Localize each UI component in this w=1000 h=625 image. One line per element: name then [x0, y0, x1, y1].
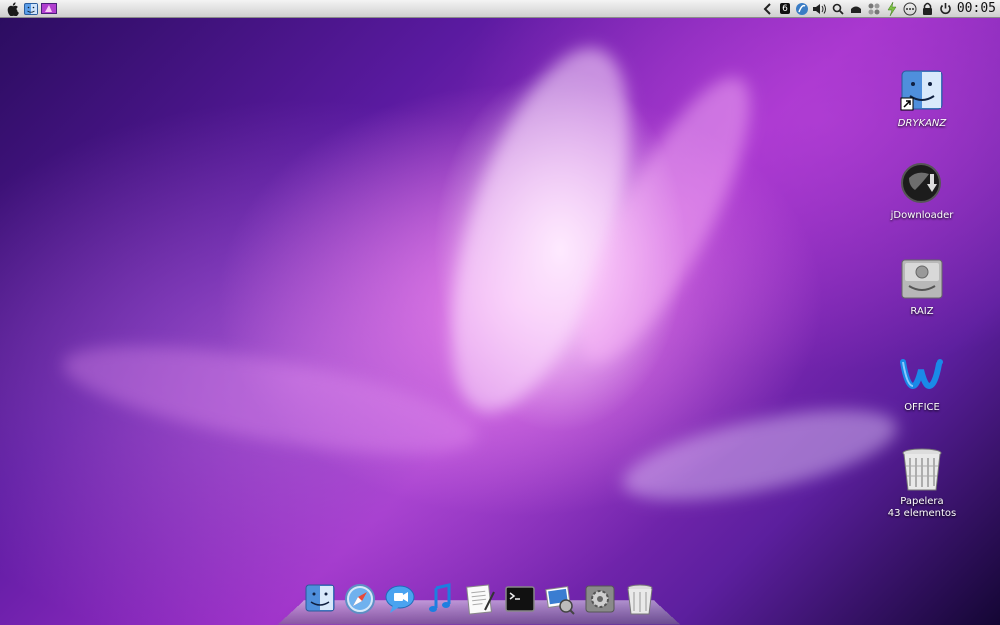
desktop-icon-sublabel: 43 elementos — [887, 508, 957, 519]
more-icon[interactable] — [901, 0, 919, 17]
bolt-icon[interactable] — [883, 0, 901, 17]
apple-icon[interactable] — [4, 0, 22, 17]
finder-alias-icon — [899, 68, 945, 114]
dock-finder-icon[interactable] — [303, 582, 337, 616]
trash-icon — [899, 446, 945, 492]
spaces-icon[interactable] — [793, 0, 811, 17]
desktop-icon-jdownloader[interactable]: jDownloader — [882, 160, 962, 222]
dock-textedit-icon[interactable] — [463, 582, 497, 616]
dock-safari-icon[interactable] — [343, 582, 377, 616]
desktop-icon-office[interactable]: OFFICE — [882, 352, 962, 414]
search-icon[interactable] — [829, 0, 847, 17]
wallpaper-streak — [615, 391, 905, 519]
desktop-icon-label: OFFICE — [904, 402, 940, 413]
menu-bar: 6 00:05 — [0, 0, 1000, 18]
dock-preview-icon[interactable] — [543, 582, 577, 616]
volume-icon[interactable] — [811, 0, 829, 17]
menubar-clock[interactable]: 00:05 — [955, 0, 1000, 17]
back-arrow-icon[interactable] — [759, 0, 777, 17]
dock-itunes-icon[interactable] — [423, 582, 457, 616]
desktop-icon-trash[interactable]: Papelera 43 elementos — [882, 446, 962, 520]
dock-system-preferences-icon[interactable] — [583, 582, 617, 616]
wallpaper-icon[interactable] — [40, 0, 58, 17]
dock — [300, 582, 660, 622]
power-icon[interactable] — [937, 0, 955, 17]
wallpaper-streak — [56, 324, 484, 476]
grid-icon[interactable] — [865, 0, 883, 17]
desktop-icon-drykanz[interactable]: DRYKANZ — [882, 68, 962, 130]
hard-drive-icon — [899, 256, 945, 302]
desktop-icon-label: Papelera — [900, 496, 944, 507]
dock-trash-icon[interactable] — [623, 582, 657, 616]
badge-6-icon[interactable]: 6 — [780, 3, 790, 14]
dock-terminal-icon[interactable] — [503, 582, 537, 616]
lock-icon[interactable] — [919, 0, 937, 17]
desktop-icon-label: jDownloader — [890, 210, 954, 221]
dock-ichat-icon[interactable] — [383, 582, 417, 616]
desktop-icon-label: DRYKANZ — [897, 118, 947, 129]
home-icon[interactable] — [847, 0, 865, 17]
office-icon — [899, 352, 945, 398]
jdownloader-icon — [899, 160, 945, 206]
desktop-icon-raiz[interactable]: RAIZ — [882, 256, 962, 318]
desktop-icon-label: RAIZ — [910, 306, 934, 317]
finder-icon[interactable] — [22, 0, 40, 17]
